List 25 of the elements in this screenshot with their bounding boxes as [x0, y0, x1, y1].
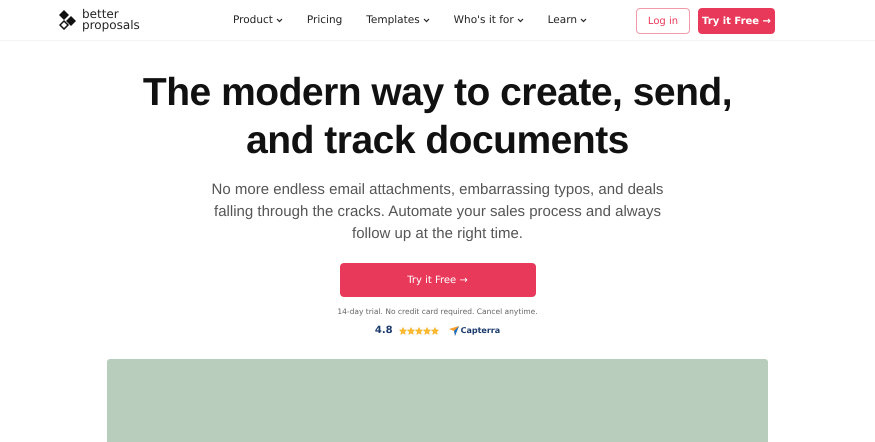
star-icon: [422, 326, 431, 335]
capterra-icon: [448, 326, 459, 336]
try-free-button[interactable]: Try it Free →: [340, 263, 536, 297]
try-free-button[interactable]: Try it Free →: [698, 8, 775, 34]
logo-text: better: [82, 9, 119, 20]
star-icon: [406, 326, 415, 335]
rating-value: 4.8: [374, 324, 393, 338]
login-button[interactable]: Log in: [636, 8, 690, 34]
logo-text: proposals: [82, 20, 140, 31]
logo-icon: [59, 10, 76, 30]
caret-icon: [580, 18, 587, 23]
star-icon: [430, 326, 439, 335]
capterra-text: Capterra: [460, 324, 500, 337]
nav-link[interactable]: Learn: [548, 12, 587, 28]
star-icon: [398, 326, 407, 335]
caret-icon: [276, 18, 283, 23]
hero-title: The modern way to create, send, and track documents: [142, 70, 734, 164]
nav-link[interactable]: Product: [233, 12, 283, 28]
caret-icon: [516, 18, 524, 23]
star-icon: [414, 326, 423, 335]
nav-link[interactable]: Who's it for: [454, 12, 524, 28]
nav-link[interactable]: Pricing: [306, 12, 342, 28]
hero-subtitle: No more endless email attachments, embarrassing typos, and deals falling through the cracks. Automate your sales process and always follow up at the right time.: [210, 180, 664, 244]
nav-link[interactable]: Templates: [366, 12, 430, 28]
caret-icon: [422, 18, 430, 23]
